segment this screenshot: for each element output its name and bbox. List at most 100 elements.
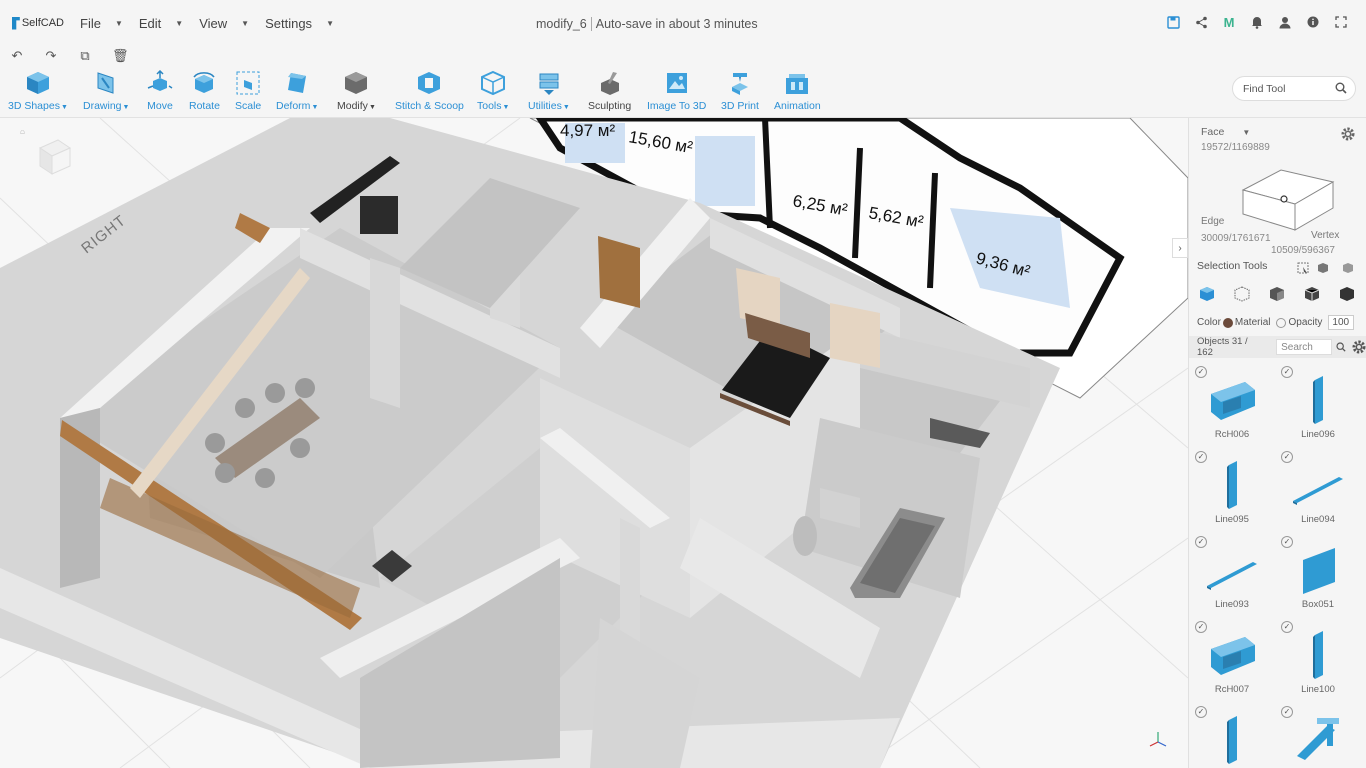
right-panel: Face ▼ 19572/1169889 Edge 30009/1761671 V… (1188, 118, 1366, 768)
wireframe-mode-icon[interactable] (1234, 286, 1250, 302)
search-icon[interactable] (1335, 82, 1347, 94)
object-name: Line094 (1301, 514, 1335, 525)
tool-rotate[interactable]: Rotate (189, 70, 220, 112)
select-cursor-icon[interactable] (1297, 262, 1309, 274)
main-toolbar: 3D Shapes▼ Drawing▼ Move Rotate Scale De… (0, 66, 1366, 118)
object-item[interactable]: ✓ Line100 (1279, 619, 1357, 697)
tool-image-to-3d[interactable]: Image To 3D (647, 70, 706, 112)
tools-cube-icon (481, 70, 506, 96)
face-mode-icon[interactable] (1269, 286, 1285, 302)
objects-count: Objects 31 / 162 (1197, 336, 1248, 358)
gear-icon[interactable] (1340, 126, 1356, 142)
tool-drawing[interactable]: Drawing▼ (83, 70, 129, 112)
copy-icon[interactable]: ⧉ (78, 48, 92, 64)
vertex-count: 10509/596367 (1271, 245, 1335, 256)
tool-move[interactable]: Move (147, 70, 173, 112)
menu-view[interactable]: View ▼ (199, 16, 249, 31)
object-item[interactable]: ✓ RcH006 (1193, 364, 1271, 442)
menu-settings[interactable]: Settings ▼ (265, 16, 334, 31)
vertex-mode-icon[interactable] (1339, 286, 1355, 302)
undo-icon[interactable]: ↶ (10, 48, 24, 64)
tool-label: Scale (235, 100, 262, 112)
panel-collapse-button[interactable]: › (1172, 238, 1188, 258)
chevron-down-icon: ▼ (241, 18, 250, 28)
tool-sculpting[interactable]: Sculpting (588, 70, 631, 112)
menu-file[interactable]: File ▼ (80, 16, 123, 31)
move-icon (147, 70, 173, 91)
save-icon[interactable] (1166, 15, 1180, 29)
object-thumbnail (1227, 716, 1237, 764)
app-logo[interactable]: SelfCAD (12, 16, 64, 30)
object-item[interactable]: ✓ (1193, 704, 1271, 768)
object-thumbnail (1313, 631, 1323, 679)
objects-header: Objects 31 / 162 Search (1189, 336, 1366, 358)
tool-label: Utilities (528, 100, 562, 112)
user-icon[interactable] (1278, 15, 1292, 29)
gear-icon[interactable] (1351, 339, 1366, 355)
tool-scale[interactable]: Scale (235, 70, 261, 112)
tool-deform[interactable]: Deform▼ (276, 70, 318, 112)
deform-icon (288, 73, 307, 93)
tool-label: Stitch & Scoop (395, 100, 464, 112)
object-thumbnail (1303, 548, 1335, 594)
floorplan-area-label: 4,97 м² (560, 121, 615, 140)
search-icon[interactable] (1336, 342, 1346, 352)
color-label: Color (1197, 317, 1221, 328)
share-icon[interactable] (1194, 15, 1208, 29)
cube-icon (26, 72, 49, 94)
selection-mode-dropdown[interactable]: Face ▼ (1201, 126, 1250, 138)
object-mode-icon[interactable] (1199, 286, 1215, 302)
tool-modify[interactable]: Modify▼ (337, 70, 376, 112)
tool-label: Image To 3D (647, 100, 707, 112)
object-name: Line100 (1301, 684, 1335, 695)
tool-label: Rotate (189, 100, 220, 112)
tool-label: Sculpting (588, 100, 632, 112)
scale-icon (236, 71, 260, 95)
tool-tools[interactable]: Tools▼ (477, 70, 509, 112)
selection-cube-diagram (1241, 169, 1335, 231)
menu-settings-label: Settings (265, 15, 313, 31)
tool-3d-print[interactable]: 3D Print (721, 70, 759, 112)
find-tool-placeholder: Find Tool (1243, 82, 1286, 95)
chevron-right-icon: › (1178, 242, 1182, 254)
material-label[interactable]: Material (1235, 317, 1271, 328)
document-name[interactable]: modify_6 (536, 17, 587, 31)
object-item[interactable]: ✓ Line094 (1279, 449, 1357, 527)
object-item[interactable]: ✓ (1279, 704, 1357, 768)
scene-canvas[interactable]: 4,97 м² 15,60 м² 6,25 м² 5,62 м² 9,36 м² (0, 118, 1188, 768)
select-cubes-icon[interactable] (1317, 262, 1329, 274)
tool-animation[interactable]: Animation (774, 70, 821, 112)
object-name: Line095 (1215, 514, 1249, 525)
object-item[interactable]: ✓ Line093 (1193, 534, 1271, 612)
redo-icon[interactable]: ↷ (44, 48, 58, 64)
color-swatch[interactable] (1222, 317, 1233, 328)
object-item[interactable]: ✓ Line096 (1279, 364, 1357, 442)
object-name: RcH006 (1214, 429, 1250, 440)
object-item[interactable]: ✓ RcH007 (1193, 619, 1271, 697)
object-name: Box051 (1301, 599, 1335, 610)
info-icon[interactable] (1306, 15, 1320, 29)
select-all-icon[interactable] (1342, 262, 1354, 274)
3d-viewport[interactable]: 4,97 м² 15,60 м² 6,25 м² 5,62 м² 9,36 м² (0, 118, 1188, 768)
axis-gizmo (1148, 730, 1168, 750)
tool-utilities[interactable]: Utilities▼ (528, 70, 570, 112)
opacity-input[interactable]: 100 (1328, 315, 1355, 330)
object-item[interactable]: ✓ Line095 (1193, 449, 1271, 527)
tool-3d-shapes[interactable]: 3D Shapes▼ (8, 70, 68, 112)
tool-label: Animation (774, 100, 821, 112)
3d-print-icon (731, 73, 748, 95)
tool-stitch-scoop[interactable]: Stitch & Scoop (395, 70, 464, 112)
find-tool-input[interactable]: Find Tool (1232, 76, 1356, 101)
view-cube[interactable]: ⌂ (20, 127, 80, 195)
menu-edit[interactable]: Edit ▼ (139, 16, 183, 31)
tool-label: Drawing (83, 100, 122, 112)
object-item[interactable]: ✓ Box051 (1279, 534, 1357, 612)
logo-text: SelfCAD (21, 17, 64, 29)
fullscreen-icon[interactable] (1334, 15, 1348, 29)
m-icon[interactable]: M (1222, 15, 1236, 30)
trash-icon[interactable]: 🗑 (112, 48, 129, 64)
objects-search-input[interactable]: Search (1276, 339, 1333, 355)
tool-label: Tools (477, 100, 502, 112)
bell-icon[interactable] (1250, 15, 1264, 29)
edge-mode-icon[interactable] (1304, 286, 1320, 302)
